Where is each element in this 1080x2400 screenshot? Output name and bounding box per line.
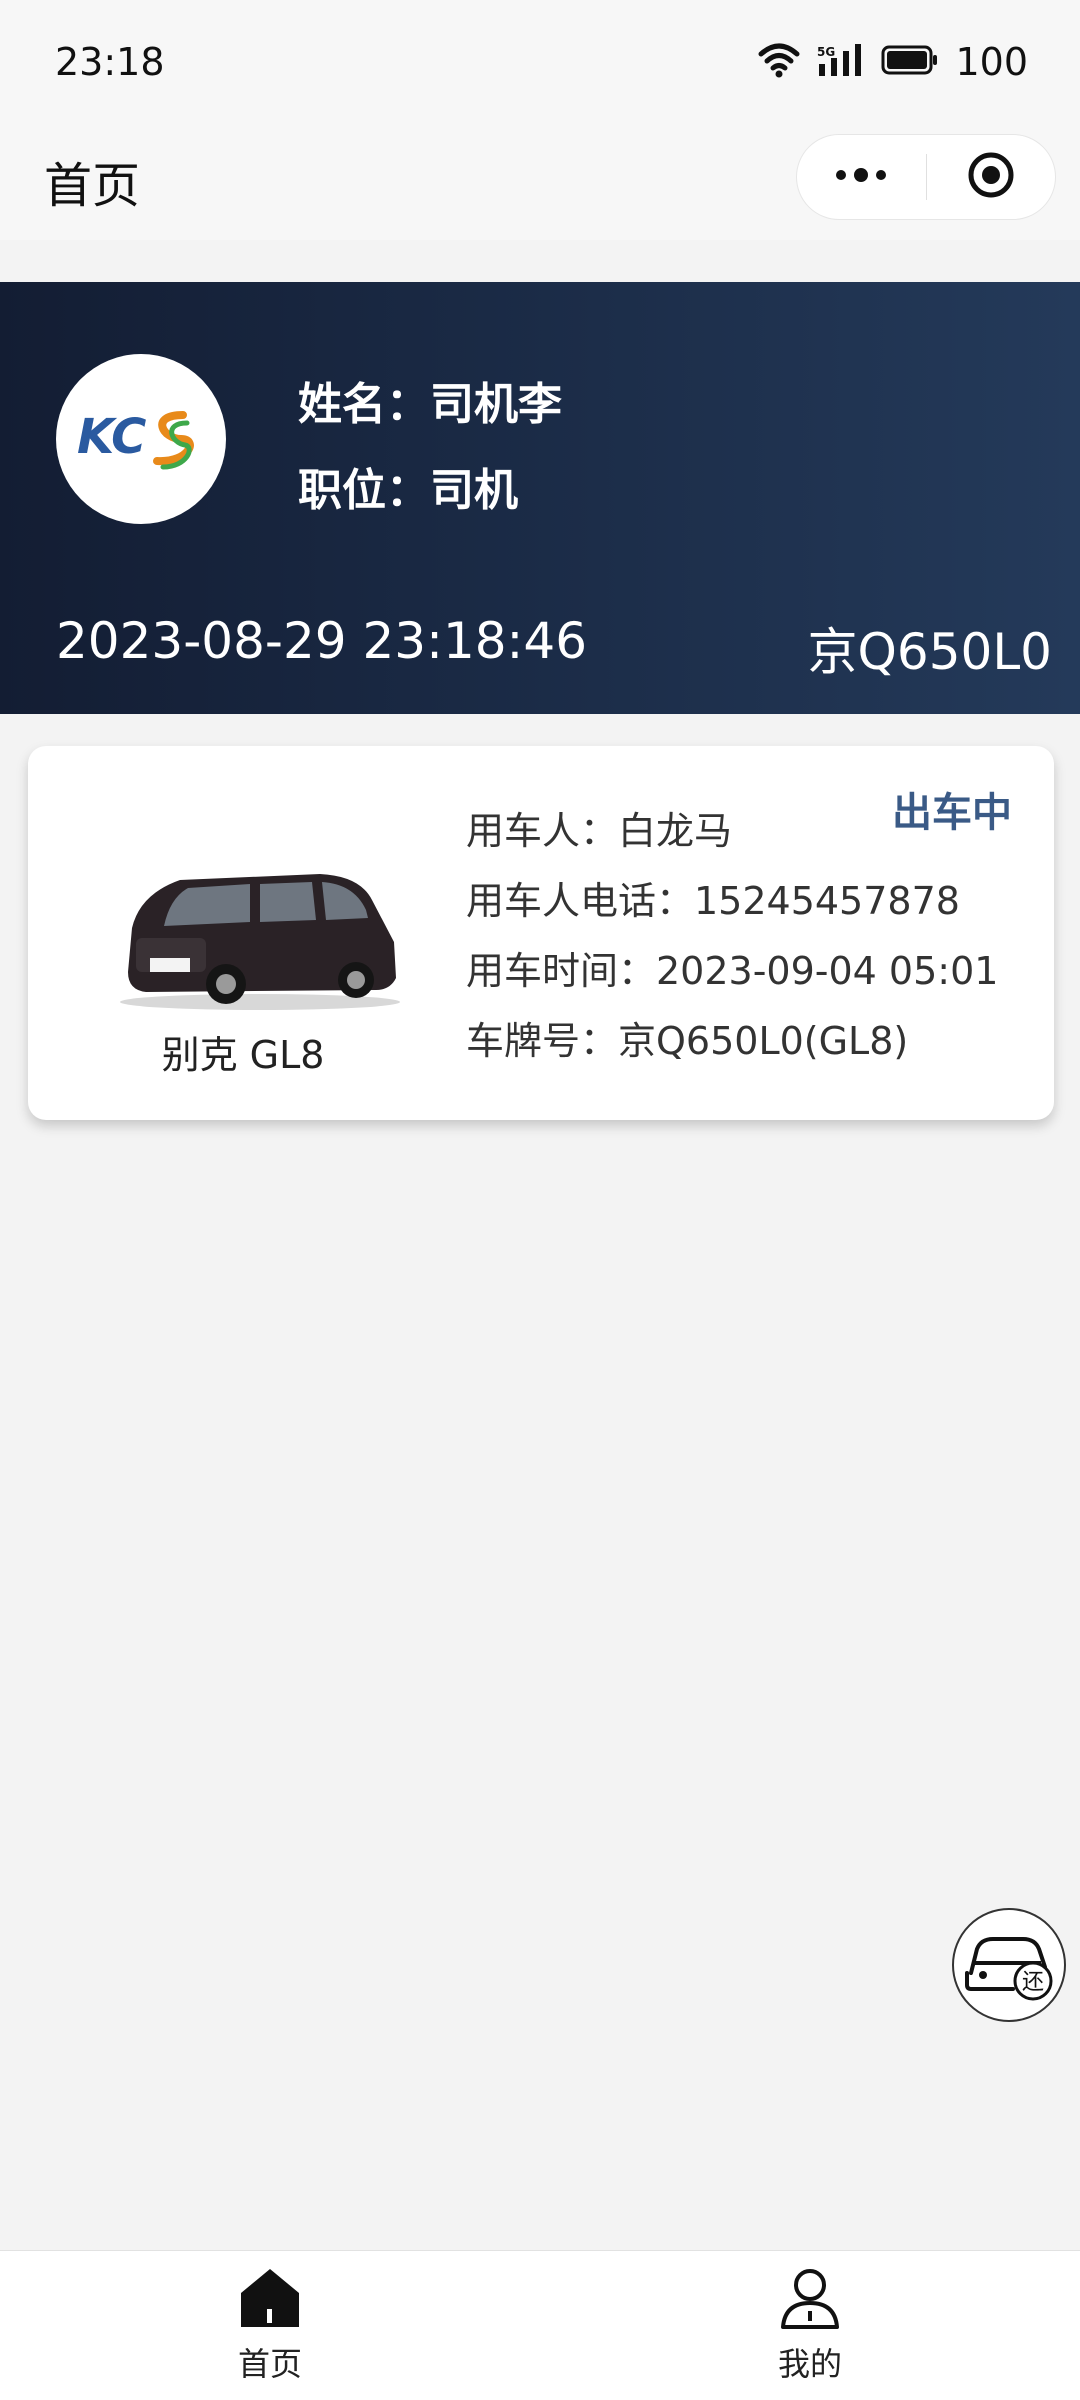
home-icon <box>237 2265 303 2335</box>
trip-status-badge: 出车中 <box>892 790 1012 836</box>
battery-level: 100 <box>955 40 1028 84</box>
profile-banner: KC 姓名：司机李 职位：司机 2023-08-29 23:18:46 京Q65… <box>0 282 1080 714</box>
trip-card[interactable]: 别克 GL8 出车中 用车人：白龙马 用车人电话：15245457878 用车时… <box>28 746 1054 1120</box>
wifi-icon <box>757 42 801 82</box>
license-plate: 京Q650L0 <box>807 623 1052 681</box>
car-model-name: 别克 GL8 <box>161 1033 325 1077</box>
signal-icon: 5G <box>817 42 865 82</box>
current-datetime: 2023-08-29 23:18:46 <box>56 612 588 670</box>
tab-home[interactable]: 首页 <box>170 2265 370 2385</box>
avatar: KC <box>56 354 226 524</box>
status-bar: 23:18 5G 100 <box>0 0 1080 128</box>
page-title: 首页 <box>44 158 141 214</box>
svg-text:KC: KC <box>77 409 146 465</box>
battery-icon <box>881 44 939 80</box>
target-icon <box>966 150 1016 204</box>
driver-name: 姓名：司机李 <box>298 379 562 430</box>
car-image <box>110 854 410 1014</box>
tab-home-label: 首页 <box>237 2345 302 2383</box>
kcs-logo-icon: KC <box>71 397 211 481</box>
close-miniapp-button[interactable] <box>926 134 1055 220</box>
more-icon <box>833 165 889 189</box>
car-plate-number: 车牌号：京Q650L0(GL8) <box>466 1019 909 1063</box>
tab-bar: 首页 我的 <box>0 2250 1080 2400</box>
return-label: 还 <box>1022 1970 1044 1995</box>
user-icon <box>777 2265 843 2335</box>
tab-mine[interactable]: 我的 <box>710 2265 910 2385</box>
network-label: 5G <box>817 45 835 59</box>
status-time: 23:18 <box>55 40 165 84</box>
status-icons: 5G 100 <box>757 40 1028 84</box>
nav-bar: 首页 <box>0 128 1080 240</box>
car-use-time: 用车时间：2023-09-04 05:01 <box>466 949 999 993</box>
car-user: 用车人：白龙马 <box>466 809 733 853</box>
more-button[interactable] <box>797 134 926 220</box>
miniapp-capsule <box>796 134 1056 220</box>
return-car-icon: 还 <box>961 1923 1057 2007</box>
car-user-phone: 用车人电话：15245457878 <box>466 879 960 923</box>
tab-mine-label: 我的 <box>777 2345 842 2383</box>
return-car-button[interactable]: 还 <box>952 1908 1066 2022</box>
driver-position: 职位：司机 <box>298 465 518 516</box>
